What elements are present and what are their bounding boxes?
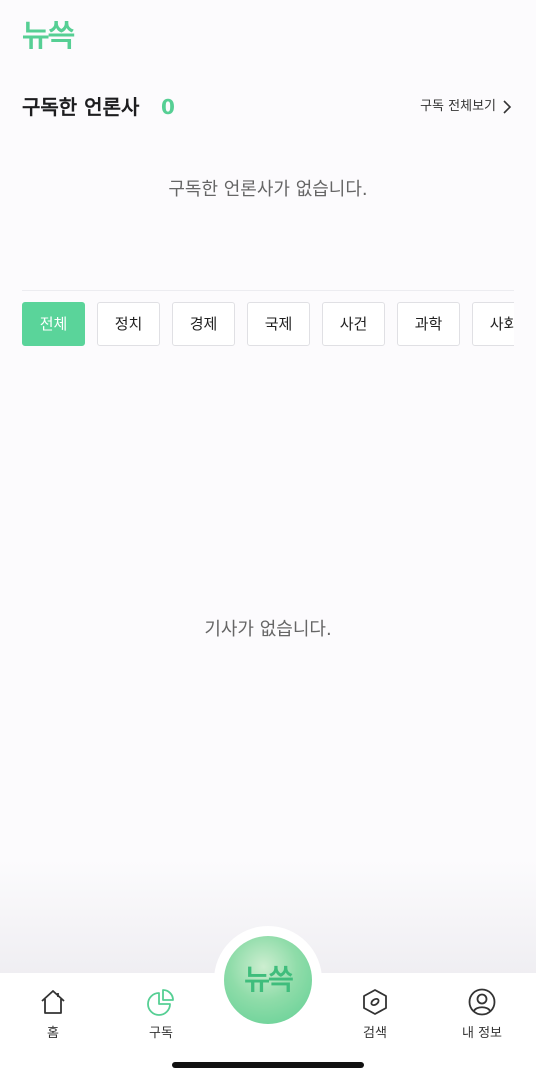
app-logo[interactable]: 뉴쓱 (22, 20, 75, 54)
subscribed-count: 0 (161, 95, 175, 119)
tab-profile-label: 내 정보 (461, 1026, 502, 1041)
view-all-subscriptions-link[interactable]: 구독 전체보기 (420, 96, 512, 118)
category-chip-list[interactable]: 전체 정치 경제 국제 사건 과학 사회 (22, 302, 514, 348)
app-screen: 뉴쓱 구독한 언론사 0 구독 전체보기 구독한 언론사가 없습니다. 전체 정치… (0, 0, 536, 1080)
tab-profile[interactable]: 내 정보 (447, 987, 517, 1043)
tab-subscribe-label: 구독 (149, 1026, 173, 1041)
search-hexagon-icon (363, 989, 387, 1015)
subscribed-title: 구독한 언론사 (22, 95, 140, 119)
center-button-logo: 뉴쓱 (244, 963, 294, 996)
tab-home[interactable]: 홈 (18, 987, 88, 1043)
subscribed-empty-message: 구독한 언론사가 없습니다. (168, 179, 368, 200)
home-icon (41, 990, 65, 1014)
category-chip-international[interactable]: 국제 (247, 302, 310, 346)
tab-search[interactable]: 검색 (340, 987, 410, 1043)
tab-home-label: 홈 (47, 1026, 59, 1041)
subscribed-header: 구독한 언론사 0 구독 전체보기 (22, 92, 512, 122)
chevron-right-icon (503, 100, 512, 114)
category-chip-politics[interactable]: 정치 (97, 302, 160, 346)
pie-chart-icon (147, 989, 174, 1016)
category-chip-science[interactable]: 과학 (397, 302, 460, 346)
articles-empty-message: 기사가 없습니다. (204, 619, 332, 640)
category-chip-economy[interactable]: 경제 (172, 302, 235, 346)
tab-subscribe[interactable]: 구독 (126, 987, 196, 1043)
center-home-button[interactable]: 뉴쓱 (224, 936, 312, 1024)
user-circle-icon (468, 988, 496, 1016)
category-chip-society[interactable]: 사회 (472, 302, 514, 346)
section-divider (22, 290, 514, 291)
category-chip-all[interactable]: 전체 (22, 302, 85, 346)
home-indicator[interactable] (172, 1062, 364, 1068)
view-all-label: 구독 전체보기 (420, 99, 496, 114)
category-chip-incidents[interactable]: 사건 (322, 302, 385, 346)
tab-search-label: 검색 (363, 1026, 387, 1041)
